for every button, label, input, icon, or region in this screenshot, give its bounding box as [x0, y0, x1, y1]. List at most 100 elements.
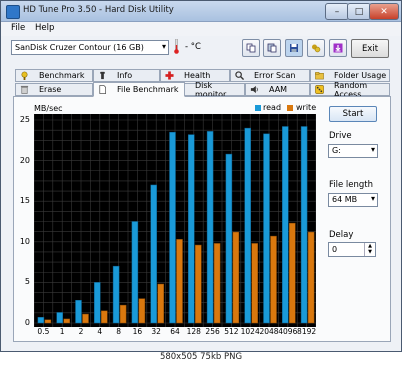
tab-file-benchmark[interactable]: File Benchmark	[93, 82, 185, 97]
drive-dropdown-value: SanDisk Cruzer Contour (16 GB)	[15, 43, 144, 52]
write-bar	[101, 310, 108, 324]
temperature-readout: - °C	[185, 42, 201, 52]
folder-icon	[315, 72, 324, 80]
read-bar	[225, 153, 233, 324]
legend-write-swatch	[287, 105, 293, 111]
menu-help[interactable]: Help	[35, 23, 54, 33]
hdtune-app-icon	[6, 5, 20, 19]
download-button[interactable]	[329, 39, 347, 57]
read-bar	[263, 133, 270, 324]
tab-aam[interactable]: AAM	[245, 83, 310, 96]
trash-icon	[20, 85, 29, 94]
write-bar	[176, 239, 183, 324]
clipboard-icon	[267, 43, 277, 53]
dice-icon	[315, 85, 324, 94]
write-bar	[307, 231, 315, 324]
maximize-button[interactable]: □	[347, 3, 371, 20]
tab-error-scan-label: Error Scan	[254, 71, 296, 80]
y-tick-label: 20	[19, 155, 30, 165]
y-tick-label: 5	[24, 277, 30, 287]
tab-random-access[interactable]: Random Access	[310, 81, 390, 99]
read-bar	[37, 317, 45, 324]
window-title: HD Tune Pro 3.50 - Hard Disk Utility	[23, 5, 174, 15]
write-bar	[63, 318, 70, 324]
download-arrow-icon	[333, 43, 343, 53]
write-bar	[213, 243, 221, 324]
exit-button[interactable]: Exit	[351, 39, 389, 58]
thermometer-icon	[174, 39, 179, 54]
speaker-icon	[250, 85, 258, 94]
options-button[interactable]	[307, 39, 325, 57]
save-screenshot-button[interactable]	[285, 39, 303, 57]
spin-arrows-icon[interactable]: ▲ ▼	[364, 243, 375, 256]
title-bar: HD Tune Pro 3.50 - Hard Disk Utility – □…	[1, 1, 401, 22]
file-length-label: File length	[329, 180, 374, 190]
tab-file-benchmark-label: File Benchmark	[117, 85, 179, 94]
tab-benchmark-label: Benchmark	[39, 71, 85, 80]
tab-info[interactable]: Info	[93, 69, 160, 82]
read-bar	[282, 126, 289, 324]
write-bar	[232, 231, 240, 324]
write-bar	[82, 313, 89, 324]
chevron-down-icon: ▾	[370, 145, 375, 154]
write-bar	[44, 319, 52, 324]
delay-label: Delay	[329, 230, 354, 240]
read-bar	[75, 300, 82, 324]
chevron-down-icon: ▾	[370, 194, 375, 203]
write-bar	[119, 304, 127, 324]
drive-letter-value: G:	[332, 146, 341, 155]
y-tick-label: 0	[24, 318, 30, 327]
minimize-button[interactable]: –	[325, 3, 349, 20]
y-axis-unit-label: MB/sec	[34, 104, 63, 113]
tab-aam-label: AAM	[269, 85, 288, 94]
y-tick-label: 15	[19, 196, 30, 206]
tab-erase[interactable]: Erase	[15, 83, 93, 96]
legend-read-label: read	[263, 103, 282, 112]
start-button[interactable]: Start	[329, 106, 377, 122]
options-icon	[312, 44, 321, 53]
copy-screenshot-button[interactable]	[263, 39, 281, 57]
tab-benchmark[interactable]: Benchmark	[15, 69, 93, 82]
read-bar	[94, 282, 101, 324]
benchmark-icon	[21, 71, 28, 80]
info-icon	[100, 71, 105, 80]
write-bar	[289, 222, 296, 324]
magnifier-icon	[235, 71, 244, 80]
copy-icon	[246, 43, 256, 53]
health-cross-icon	[165, 71, 174, 80]
read-bar	[169, 131, 176, 324]
delay-value: 0	[332, 245, 338, 254]
tab-folder-usage-label: Folder Usage	[334, 71, 387, 80]
drive-label: Drive	[329, 131, 352, 141]
write-bar	[157, 283, 164, 324]
delay-spinbox[interactable]: 0 ▲ ▼	[328, 242, 376, 257]
write-bar	[270, 235, 277, 324]
read-bar	[300, 126, 308, 324]
tab-info-label: Info	[117, 71, 133, 80]
read-bar	[244, 127, 251, 324]
read-bar	[188, 134, 195, 324]
menu-file[interactable]: File	[11, 23, 25, 33]
file-icon	[99, 85, 106, 94]
copy-text-button[interactable]	[242, 39, 260, 57]
drive-letter-dropdown[interactable]: G: ▾	[328, 144, 378, 158]
read-bar	[206, 131, 214, 324]
read-bar	[112, 265, 120, 324]
file-length-value: 64 MB	[332, 195, 358, 204]
drive-dropdown[interactable]: SanDisk Cruzer Contour (16 GB) ▾	[11, 40, 169, 55]
legend-write-label: write	[296, 103, 317, 112]
benchmark-chart	[34, 114, 316, 327]
y-tick-label: 10	[19, 236, 30, 246]
tab-erase-label: Erase	[39, 85, 62, 94]
file-length-dropdown[interactable]: 64 MB ▾	[328, 193, 378, 207]
y-tick-label: 25	[19, 115, 30, 124]
menu-bar: File Help	[1, 22, 401, 36]
read-bar	[131, 221, 139, 324]
write-bar	[195, 244, 202, 324]
legend-read-swatch	[255, 105, 261, 111]
floppy-disk-icon	[290, 44, 298, 52]
read-bar	[150, 184, 157, 324]
close-button[interactable]: ✕	[369, 3, 399, 20]
x-tick-label: 8192	[297, 327, 317, 336]
chevron-down-icon: ▾	[161, 42, 166, 51]
